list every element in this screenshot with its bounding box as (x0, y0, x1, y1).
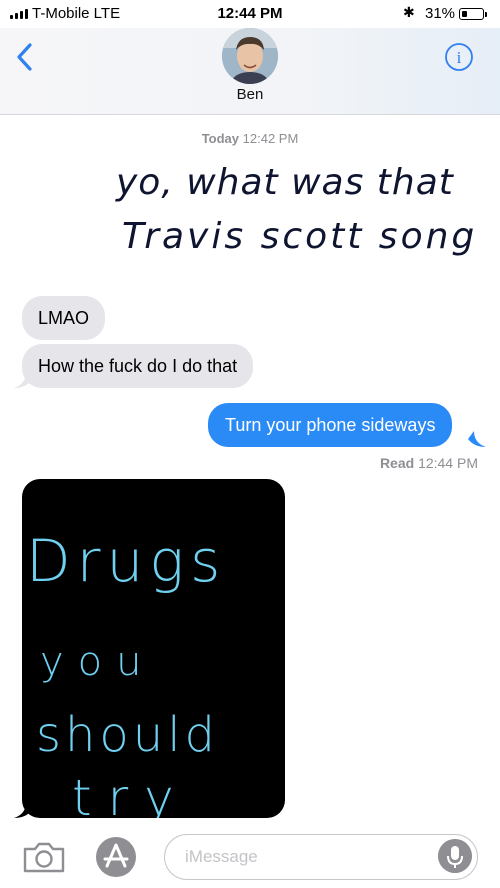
handwritten-line-try: try (72, 769, 190, 818)
message-input-bar: iMessage (0, 826, 500, 888)
microphone-icon[interactable] (438, 839, 472, 873)
battery-fill (461, 10, 468, 17)
contact-avatar[interactable] (222, 28, 278, 84)
conversation-header: Ben i (0, 28, 500, 115)
handwritten-line-you: you (40, 639, 156, 685)
info-icon[interactable]: i (444, 42, 474, 72)
bluetooth-icon: ✱ (403, 4, 415, 20)
battery-icon (459, 8, 484, 20)
handwritten-message-sent[interactable]: yo, what was that Travis scott song (110, 150, 480, 280)
timestamp-day: Today (201, 131, 240, 146)
received-bubble-question[interactable]: How the fuck do I do that (22, 344, 254, 388)
back-chevron-icon[interactable] (14, 42, 36, 72)
handwritten-line-2: Travis scott song (122, 216, 477, 257)
timestamp-time: 12:42 PM (242, 131, 299, 146)
app-store-icon[interactable] (94, 835, 138, 879)
avatar-photo (222, 28, 278, 84)
received-bubble-tail (14, 372, 32, 388)
imessage-input[interactable]: iMessage (164, 834, 478, 880)
handwritten-message-received[interactable]: Drugs you should try (22, 479, 285, 818)
sent-bubble-sideways[interactable]: Turn your phone sideways (208, 403, 453, 447)
handwritten-line-should: should (36, 707, 219, 763)
battery-percent: 31% (425, 5, 456, 22)
info-icon-glyph: i (457, 48, 462, 67)
battery-nub (485, 12, 487, 17)
camera-icon[interactable] (22, 840, 66, 874)
contact-name[interactable]: Ben (0, 86, 500, 103)
thread-timestamp: Today 12:42 PM (0, 131, 500, 146)
handwritten-drawing: Drugs you should try (26, 527, 226, 818)
received-drawing-tail (14, 802, 32, 818)
imessage-placeholder: iMessage (185, 847, 258, 866)
read-label: Read (379, 455, 415, 471)
read-receipt: Read 12:44 PM (380, 455, 478, 471)
sent-bubble-tail (468, 431, 486, 447)
status-bar: T-Mobile LTE 12:44 PM ✱ 31% (0, 0, 500, 28)
received-bubble-lmao[interactable]: LMAO (22, 296, 106, 340)
read-time: 12:44 PM (418, 455, 478, 471)
handwritten-line-drugs: Drugs (26, 527, 226, 595)
handwritten-line-1: yo, what was that (115, 162, 455, 203)
